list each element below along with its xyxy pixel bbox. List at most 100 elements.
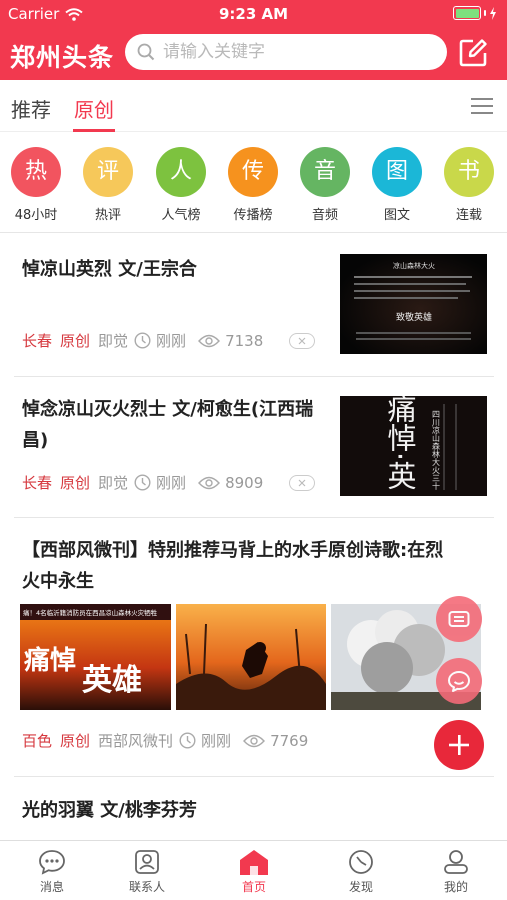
message-icon	[39, 850, 65, 875]
tabbar-label: 联系人	[128, 880, 165, 894]
article-tag: 原创	[60, 732, 91, 750]
category-label: 48小时	[14, 208, 58, 223]
clock-icon	[134, 332, 151, 349]
newspaper-icon	[448, 611, 470, 627]
title-line: 火中永生	[22, 571, 94, 592]
article-item[interactable]: 悼念凉山灭火烈士 文/柯愈生(江西瑞 昌) 长春 原创 即觉 刚刚 8909 痛…	[0, 377, 507, 517]
article-tag: 原创	[60, 474, 91, 492]
category-serial[interactable]: 书 连载	[439, 147, 499, 223]
eye-icon	[243, 734, 266, 747]
clock-icon	[134, 474, 151, 491]
article-views: 8909	[225, 473, 264, 492]
app-header: Carrier 9:23 AM 郑州头条	[0, 0, 507, 80]
article-title: 悼念凉山灭火烈士 文/柯愈生(江西瑞 昌)	[22, 394, 313, 456]
article-item[interactable]: 【西部风微刊】特别推荐马背上的水手原创诗歌:在烈 火中永生 痛！4名临沂籍消防员…	[0, 518, 507, 776]
article-tag: 百色	[22, 732, 53, 750]
dismiss-button[interactable]	[289, 332, 316, 349]
category-hot-comments[interactable]: 评 热评	[78, 147, 138, 223]
close-icon	[298, 337, 306, 344]
category-label: 传播榜	[233, 208, 273, 223]
article-tag: 原创	[60, 332, 91, 350]
thumb-sign: 致敬英雄	[396, 311, 432, 323]
contacts-icon	[135, 850, 159, 874]
category-label: 热评	[94, 208, 121, 223]
thumb-column-text: 四川凉山森林大火三十	[432, 410, 441, 491]
eye-icon	[198, 476, 221, 489]
discover-icon	[349, 850, 373, 874]
category-label: 人气榜	[161, 208, 201, 223]
spread-icon: 传	[228, 147, 278, 197]
tab-recommend[interactable]: 推荐	[11, 94, 51, 123]
article-item[interactable]: 光的羽翼 文/桃李芬芳	[0, 777, 507, 840]
article-time: 刚刚	[156, 332, 187, 350]
status-bar: Carrier 9:23 AM	[0, 0, 507, 26]
hot-icon: 热	[11, 147, 61, 197]
book-icon: 书	[444, 147, 494, 197]
search-input[interactable]	[163, 42, 423, 62]
image-big-text: 痛悼	[24, 645, 76, 676]
thumb-heading: 凉山森林大火	[393, 261, 435, 270]
bottom-tab-bar: 消息 联系人 首页 发现 我的	[0, 840, 507, 900]
audio-icon: 音	[300, 147, 350, 197]
article-item[interactable]: 悼凉山英烈 文/王宗合 长春 原创 即觉 刚刚 7138 凉山森林大火 致敬英雄	[0, 234, 507, 376]
edit-icon[interactable]	[458, 38, 488, 68]
article-meta: 长春 原创 即觉 刚刚 8909	[22, 472, 316, 493]
chat-bubble-icon	[448, 671, 470, 692]
article-views: 7769	[270, 731, 309, 750]
tabbar-profile[interactable]: 我的	[421, 849, 491, 895]
article-meta: 百色 原创 西部风微刊 刚刚 7769	[22, 730, 320, 751]
article-title: 【西部风微刊】特别推荐马背上的水手原创诗歌:在烈 火中永生	[22, 535, 443, 597]
article-image-1: 痛！4名临沂籍消防员在西昌凉山森林火灾牺牲 痛悼 英雄	[20, 604, 171, 710]
article-time: 刚刚	[156, 474, 187, 492]
thumb-big-text: 痛悼·英	[383, 396, 417, 490]
search-icon	[137, 43, 155, 61]
tabbar-contacts[interactable]: 联系人	[112, 849, 182, 895]
status-time: 9:23 AM	[218, 5, 289, 23]
category-label: 图文	[383, 208, 410, 223]
category-48h[interactable]: 热 48小时	[6, 147, 66, 223]
active-tab-indicator	[73, 129, 115, 132]
article-title: 悼凉山英烈 文/王宗合	[22, 259, 197, 280]
profile-icon	[444, 850, 468, 874]
tabbar-label: 我的	[443, 880, 468, 894]
article-source: 西部风微刊	[98, 732, 174, 750]
tab-original[interactable]: 原创	[74, 94, 114, 123]
home-icon	[240, 850, 268, 875]
search-bar[interactable]	[125, 34, 447, 70]
article-thumbnail: 痛悼·英 四川凉山森林大火三十	[340, 396, 487, 496]
dismiss-button[interactable]	[289, 474, 316, 491]
clock-icon	[179, 732, 196, 749]
image-big-text: 英雄	[82, 663, 142, 698]
article-time: 刚刚	[201, 732, 232, 750]
category-photo-text[interactable]: 图 图文	[367, 147, 427, 223]
battery-icon	[453, 6, 497, 20]
plus-icon	[449, 735, 469, 755]
chat-fab[interactable]	[436, 658, 482, 704]
comment-icon: 评	[83, 147, 133, 197]
article-tag: 长春	[22, 474, 53, 492]
article-views: 7138	[225, 331, 264, 350]
category-label: 连载	[455, 208, 482, 223]
tabbar-discover[interactable]: 发现	[326, 849, 396, 895]
article-image-2	[176, 604, 326, 710]
title-line: 悼念凉山灭火烈士 文/柯愈生(江西瑞	[22, 399, 314, 420]
article-source: 即觉	[98, 474, 129, 492]
category-spread[interactable]: 传 传播榜	[223, 147, 283, 223]
category-audio[interactable]: 音 音频	[295, 147, 355, 223]
category-label: 音频	[311, 208, 338, 223]
title-line: 昌)	[22, 430, 49, 451]
news-fab[interactable]	[436, 596, 482, 642]
category-popularity[interactable]: 人 人气榜	[151, 147, 211, 223]
article-meta: 长春 原创 即觉 刚刚 7138	[22, 330, 316, 351]
tabbar-home[interactable]: 首页	[219, 849, 289, 895]
tabbar-label: 首页	[241, 880, 266, 894]
menu-icon[interactable]	[471, 97, 493, 115]
channel-tabs: 推荐 原创	[0, 80, 507, 132]
add-fab[interactable]	[434, 720, 484, 770]
category-row: 热 48小时 评 热评 人 人气榜 传 传播榜 音 音频 图 图文 书 连载	[0, 133, 507, 233]
tabbar-label: 消息	[39, 880, 64, 894]
tabbar-label: 发现	[348, 880, 373, 894]
tabbar-messages[interactable]: 消息	[17, 849, 87, 895]
image-banner: 痛！4名临沂籍消防员在西昌凉山森林火灾牺牲	[23, 608, 158, 617]
close-icon	[298, 479, 306, 486]
